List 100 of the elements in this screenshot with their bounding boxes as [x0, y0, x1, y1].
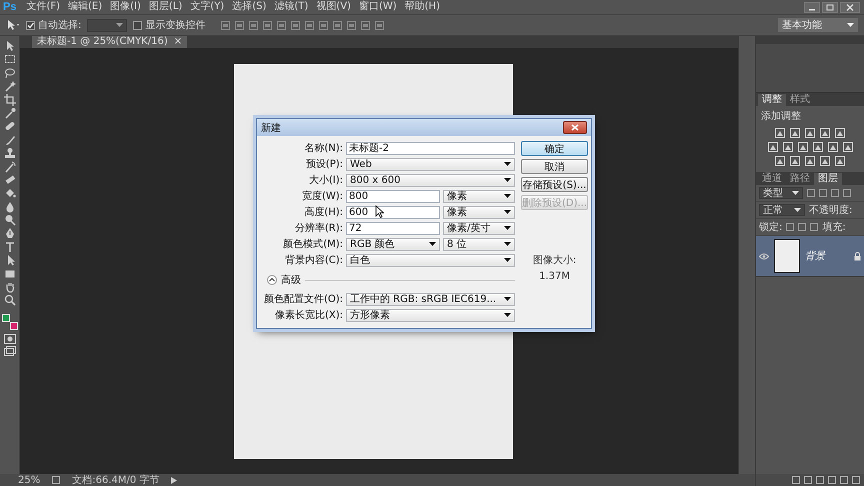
panel-tab[interactable]: 调整: [758, 94, 786, 106]
pen-icon[interactable]: [4, 227, 16, 240]
adjustment-icon[interactable]: [775, 128, 785, 138]
dropdown[interactable]: 工作中的 RGB: sRGB IEC619...: [346, 292, 515, 306]
minimize-icon[interactable]: [804, 2, 820, 12]
zoom-icon[interactable]: [4, 294, 16, 306]
type-tool-icon[interactable]: [4, 240, 16, 253]
eyedropper-icon[interactable]: [4, 106, 16, 119]
rectangle-icon[interactable]: [4, 268, 16, 280]
field-label: 名称(N):: [303, 142, 343, 155]
input-field[interactable]: 未标题-2: [346, 142, 515, 154]
hand-icon[interactable]: [4, 281, 16, 294]
adjustment-icon[interactable]: [798, 142, 808, 152]
menu-item[interactable]: 图像(I): [106, 0, 145, 14]
history-brush-icon[interactable]: [4, 160, 16, 173]
move-tool-icon[interactable]: [6, 19, 20, 31]
adjustment-icon[interactable]: [782, 142, 792, 152]
expand-arrow-icon[interactable]: [171, 476, 178, 484]
brush-icon[interactable]: [4, 134, 16, 146]
marquee-icon[interactable]: [4, 53, 16, 66]
field-label: 颜色模式(M):: [282, 238, 343, 251]
checkbox-label: 显示变换控件: [145, 18, 206, 32]
dodge-icon[interactable]: [4, 214, 16, 226]
adjustment-icon[interactable]: [790, 156, 800, 166]
document-tab[interactable]: 未标题-1 @ 25%(CMYK/16) ×: [32, 36, 188, 48]
screen-mode-icon[interactable]: [4, 346, 16, 356]
background-swatch[interactable]: [10, 322, 18, 330]
dropdown[interactable]: Web: [346, 158, 515, 170]
menu-item[interactable]: 视图(V): [312, 0, 355, 14]
menu-item[interactable]: 窗口(W): [354, 0, 401, 14]
adjustment-icon[interactable]: [828, 142, 838, 152]
dropdown[interactable]: 方形像素: [346, 308, 515, 322]
image-size-label: 图像大小:: [532, 254, 576, 267]
adjustment-icon[interactable]: [835, 156, 845, 166]
panel-tab[interactable]: 通道: [758, 173, 786, 185]
caret-icon: [504, 297, 511, 301]
menu-item[interactable]: 选择(S): [228, 0, 270, 14]
input-field[interactable]: 800: [346, 190, 440, 202]
layer-row[interactable]: 背景: [756, 236, 864, 277]
expand-toggle-icon[interactable]: [267, 275, 277, 285]
crop-icon[interactable]: [4, 94, 16, 106]
dialog-button[interactable]: 取消: [521, 159, 588, 174]
dropdown[interactable]: 800 x 600: [346, 174, 515, 186]
quick-mask-icon[interactable]: [4, 334, 16, 344]
bucket-icon[interactable]: [4, 187, 16, 200]
adjustment-icon[interactable]: [768, 142, 778, 152]
stamp-icon[interactable]: [4, 147, 16, 160]
dropdown[interactable]: 白色: [346, 254, 515, 266]
adjustment-icon[interactable]: [820, 156, 830, 166]
menu-item[interactable]: 文件(F): [22, 0, 64, 14]
eye-icon[interactable]: [759, 252, 769, 260]
caret-icon: [429, 242, 436, 246]
opacity-label: 不透明度:: [809, 204, 852, 217]
close-icon[interactable]: [840, 2, 860, 12]
adjustment-icon[interactable]: [842, 142, 852, 152]
dropdown[interactable]: [87, 18, 128, 32]
checkbox[interactable]: [133, 20, 142, 30]
caret-icon: [847, 23, 854, 27]
panel-tab[interactable]: 路径: [786, 173, 814, 185]
blend-mode-dropdown[interactable]: 正常: [759, 204, 805, 216]
unit-dropdown[interactable]: 像素: [443, 190, 515, 202]
adjustment-icon[interactable]: [820, 128, 830, 138]
unit-dropdown[interactable]: 像素/英寸: [443, 222, 515, 234]
adjustment-icon[interactable]: [775, 156, 785, 166]
caret-icon: [504, 226, 511, 230]
input-field[interactable]: 600: [346, 206, 440, 218]
drop-icon[interactable]: [4, 200, 16, 213]
adjustment-icon[interactable]: [812, 142, 822, 152]
foreground-swatch[interactable]: [2, 314, 10, 322]
input-field[interactable]: 72: [346, 222, 440, 234]
menu-item[interactable]: 图层(L): [144, 0, 186, 14]
panel-tab[interactable]: 样式: [786, 94, 814, 106]
export-icon[interactable]: [52, 476, 60, 484]
dialog-button[interactable]: 确定: [521, 141, 588, 156]
filter-dropdown[interactable]: 类型: [759, 187, 803, 199]
field-label: 背景内容(C):: [284, 254, 343, 267]
dialog-button[interactable]: 存储预设(S)...: [521, 177, 588, 192]
menu-item[interactable]: 滤镜(T): [270, 0, 312, 14]
caret-icon: [504, 313, 511, 317]
unit-dropdown[interactable]: 像素: [443, 206, 515, 218]
workspace-dropdown[interactable]: 基本功能: [778, 18, 858, 32]
lock-label: 锁定:: [759, 220, 782, 234]
tab-close-button[interactable]: ×: [174, 36, 182, 48]
adjustment-icon[interactable]: [835, 128, 845, 138]
adjustment-icon[interactable]: [790, 128, 800, 138]
panel-tab[interactable]: 图层: [814, 173, 842, 185]
menu-item[interactable]: 帮助(H): [400, 0, 444, 14]
wand-icon[interactable]: [4, 80, 16, 92]
field-label: 颜色配置文件(O):: [263, 292, 343, 306]
adjustment-icon[interactable]: [805, 128, 815, 138]
menu-item[interactable]: 文字(Y): [186, 0, 228, 14]
lasso-icon[interactable]: [4, 66, 16, 79]
close-button[interactable]: [563, 121, 587, 134]
dropdown[interactable]: RGB 颜色: [346, 238, 440, 250]
menu-item[interactable]: 编辑(E): [64, 0, 106, 14]
adjustment-icon[interactable]: [805, 156, 815, 166]
restore-icon[interactable]: [822, 2, 838, 12]
unit-dropdown[interactable]: 8 位: [443, 238, 515, 250]
checkbox[interactable]: [26, 20, 35, 30]
caret-icon: [504, 162, 511, 166]
